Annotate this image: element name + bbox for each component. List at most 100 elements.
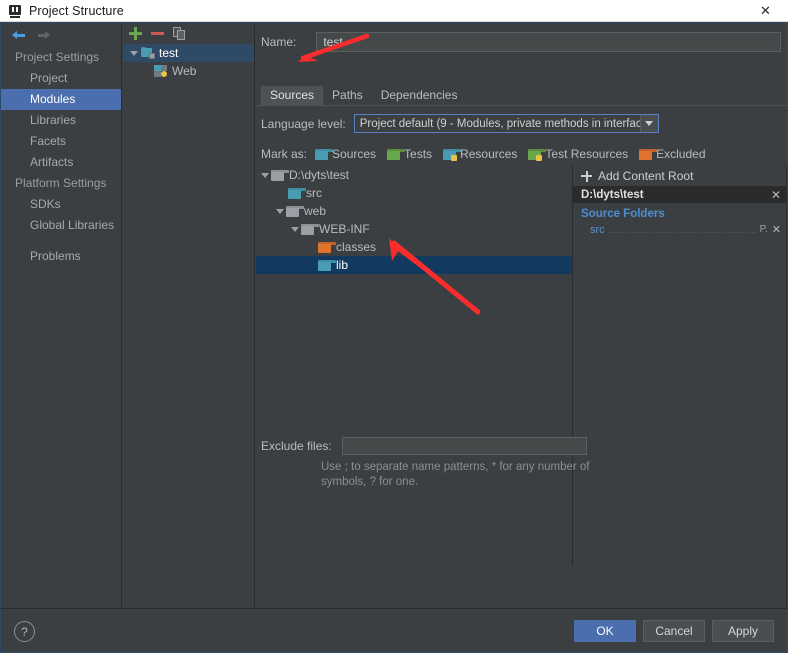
- tree-row-label: WEB-INF: [319, 222, 370, 236]
- content-root-header: D:\dyts\test ✕: [573, 186, 787, 203]
- tree-row-web[interactable]: web: [256, 202, 572, 220]
- plus-icon[interactable]: [129, 27, 142, 40]
- chevron-down-icon[interactable]: [288, 226, 301, 232]
- name-row: Name: test: [261, 32, 782, 52]
- question-mark-icon[interactable]: ?: [14, 621, 35, 642]
- package-prefix-icon[interactable]: P.: [760, 224, 768, 235]
- exclude-files-hint: Use ; to separate name patterns, * for a…: [321, 461, 590, 488]
- content-root-details: Add Content Root D:\dyts\test ✕ Source F…: [572, 166, 787, 566]
- arrow-right-icon[interactable]: [36, 29, 51, 42]
- language-level-label: Language level:: [261, 116, 346, 131]
- folder-icon: [271, 169, 289, 181]
- folder-test-resources-icon: [528, 148, 547, 161]
- footer-buttons: OK Cancel Apply: [574, 620, 774, 642]
- exclude-files-input[interactable]: [341, 437, 587, 455]
- module-icon: [141, 47, 155, 59]
- minus-icon[interactable]: [151, 27, 164, 40]
- plus-icon: [581, 170, 592, 182]
- modules-panel: test Web: [123, 23, 255, 609]
- folder-sources-icon: [315, 148, 334, 160]
- cancel-button[interactable]: Cancel: [643, 620, 705, 642]
- sidebar-nav: [1, 23, 121, 47]
- chevron-down-icon[interactable]: [127, 50, 141, 56]
- panel-divider: [786, 166, 787, 609]
- apply-button[interactable]: Apply: [712, 620, 774, 642]
- ok-button[interactable]: OK: [574, 620, 636, 642]
- mark-as-excluded[interactable]: Excluded: [639, 147, 706, 161]
- facet-web-icon: [154, 65, 168, 77]
- folder-icon: [301, 223, 319, 235]
- content-root-path: D:\dyts\test: [581, 188, 644, 201]
- name-input[interactable]: test: [316, 32, 782, 52]
- chevron-down-icon[interactable]: [258, 172, 271, 178]
- language-level-row: Language level: Project default (9 - Mod…: [261, 114, 659, 133]
- project-structure-dialog: Project Structure ✕ Project Settings Pro…: [0, 0, 788, 653]
- chevron-down-icon[interactable]: [639, 115, 658, 132]
- folder-resources-icon: [443, 148, 462, 161]
- modules-toolbar: [123, 23, 254, 44]
- tree-row-src[interactable]: src: [256, 184, 572, 202]
- settings-sidebar: Project Settings Project Modules Librari…: [1, 23, 122, 609]
- add-content-root-button[interactable]: Add Content Root: [573, 166, 787, 186]
- folder-tests-icon: [387, 148, 406, 160]
- sidebar-item-libraries[interactable]: Libraries: [1, 110, 121, 131]
- exclude-files-label: Exclude files:: [261, 439, 332, 453]
- source-folders-title: Source Folders: [581, 208, 665, 220]
- mark-as-test-resources[interactable]: Test Resources: [528, 147, 628, 161]
- sidebar-item-global-libraries[interactable]: Global Libraries: [1, 215, 121, 236]
- tab-dependencies[interactable]: Dependencies: [372, 86, 467, 105]
- tree-row-classes[interactable]: classes: [256, 238, 572, 256]
- arrow-left-icon[interactable]: [11, 29, 26, 42]
- sidebar-group-project-settings: Project Settings: [15, 50, 100, 64]
- language-level-select[interactable]: Project default (9 - Modules, private me…: [353, 114, 659, 133]
- ide-logo-icon: [8, 4, 22, 18]
- dialog-frame: Project Settings Project Modules Librari…: [0, 22, 788, 653]
- name-label: Name:: [261, 35, 297, 49]
- folder-icon: [286, 205, 304, 217]
- folder-sources-icon: [288, 187, 306, 199]
- mark-as-tests[interactable]: Tests: [387, 147, 432, 161]
- close-icon[interactable]: ✕: [743, 0, 788, 22]
- mark-as-sources-label: Sources: [332, 147, 377, 161]
- content-root-tree: D:\dyts\test src web WEB-INF classes lib: [256, 166, 572, 566]
- source-folder-label: src: [590, 223, 605, 236]
- sidebar-group-platform-settings: Platform Settings: [15, 176, 107, 190]
- add-content-root-label: Add Content Root: [598, 169, 694, 183]
- folder-excluded-icon: [318, 241, 336, 253]
- sidebar-item-facets[interactable]: Facets: [1, 131, 121, 152]
- tree-row-label: web: [304, 204, 327, 218]
- tab-paths[interactable]: Paths: [323, 86, 372, 105]
- sidebar-item-modules[interactable]: Modules: [1, 89, 121, 110]
- mark-as-resources[interactable]: Resources: [443, 147, 517, 161]
- tree-row-label: lib: [336, 258, 349, 272]
- close-icon[interactable]: ✕: [772, 223, 781, 236]
- mark-as-sources[interactable]: Sources: [315, 147, 376, 161]
- facet-label: Web: [172, 64, 197, 78]
- editor-tabs: Sources Paths Dependencies: [261, 86, 466, 105]
- exclude-files-row: Exclude files:: [261, 437, 587, 455]
- sidebar-item-problems[interactable]: Problems: [1, 246, 121, 267]
- module-tree-row-test[interactable]: test: [123, 44, 254, 62]
- folder-icon: [318, 259, 336, 271]
- mark-as-excluded-label: Excluded: [656, 147, 706, 161]
- tree-row-label: D:\dyts\test: [289, 168, 350, 182]
- tree-row-label: src: [306, 186, 322, 200]
- sidebar-item-sdks[interactable]: SDKs: [1, 194, 121, 215]
- tree-row-lib[interactable]: lib: [256, 256, 572, 274]
- folder-excluded-icon: [639, 148, 658, 160]
- sidebar-divider: [1, 236, 121, 246]
- tree-row-root[interactable]: D:\dyts\test: [256, 166, 572, 184]
- copy-icon[interactable]: [173, 27, 186, 40]
- tree-row-web-inf[interactable]: WEB-INF: [256, 220, 572, 238]
- tab-sources[interactable]: Sources: [261, 86, 324, 105]
- module-label: test: [159, 46, 179, 60]
- source-folder-row[interactable]: src P. ✕: [573, 223, 787, 237]
- mark-as-test-resources-label: Test Resources: [545, 147, 629, 161]
- chevron-down-icon[interactable]: [273, 208, 286, 214]
- module-tree-row-web[interactable]: Web: [123, 62, 254, 80]
- mark-as-resources-label: Resources: [460, 147, 518, 161]
- close-icon[interactable]: ✕: [771, 188, 781, 202]
- sidebar-item-artifacts[interactable]: Artifacts: [1, 152, 121, 173]
- title-bar: Project Structure ✕: [0, 0, 788, 22]
- sidebar-item-project[interactable]: Project: [1, 68, 121, 89]
